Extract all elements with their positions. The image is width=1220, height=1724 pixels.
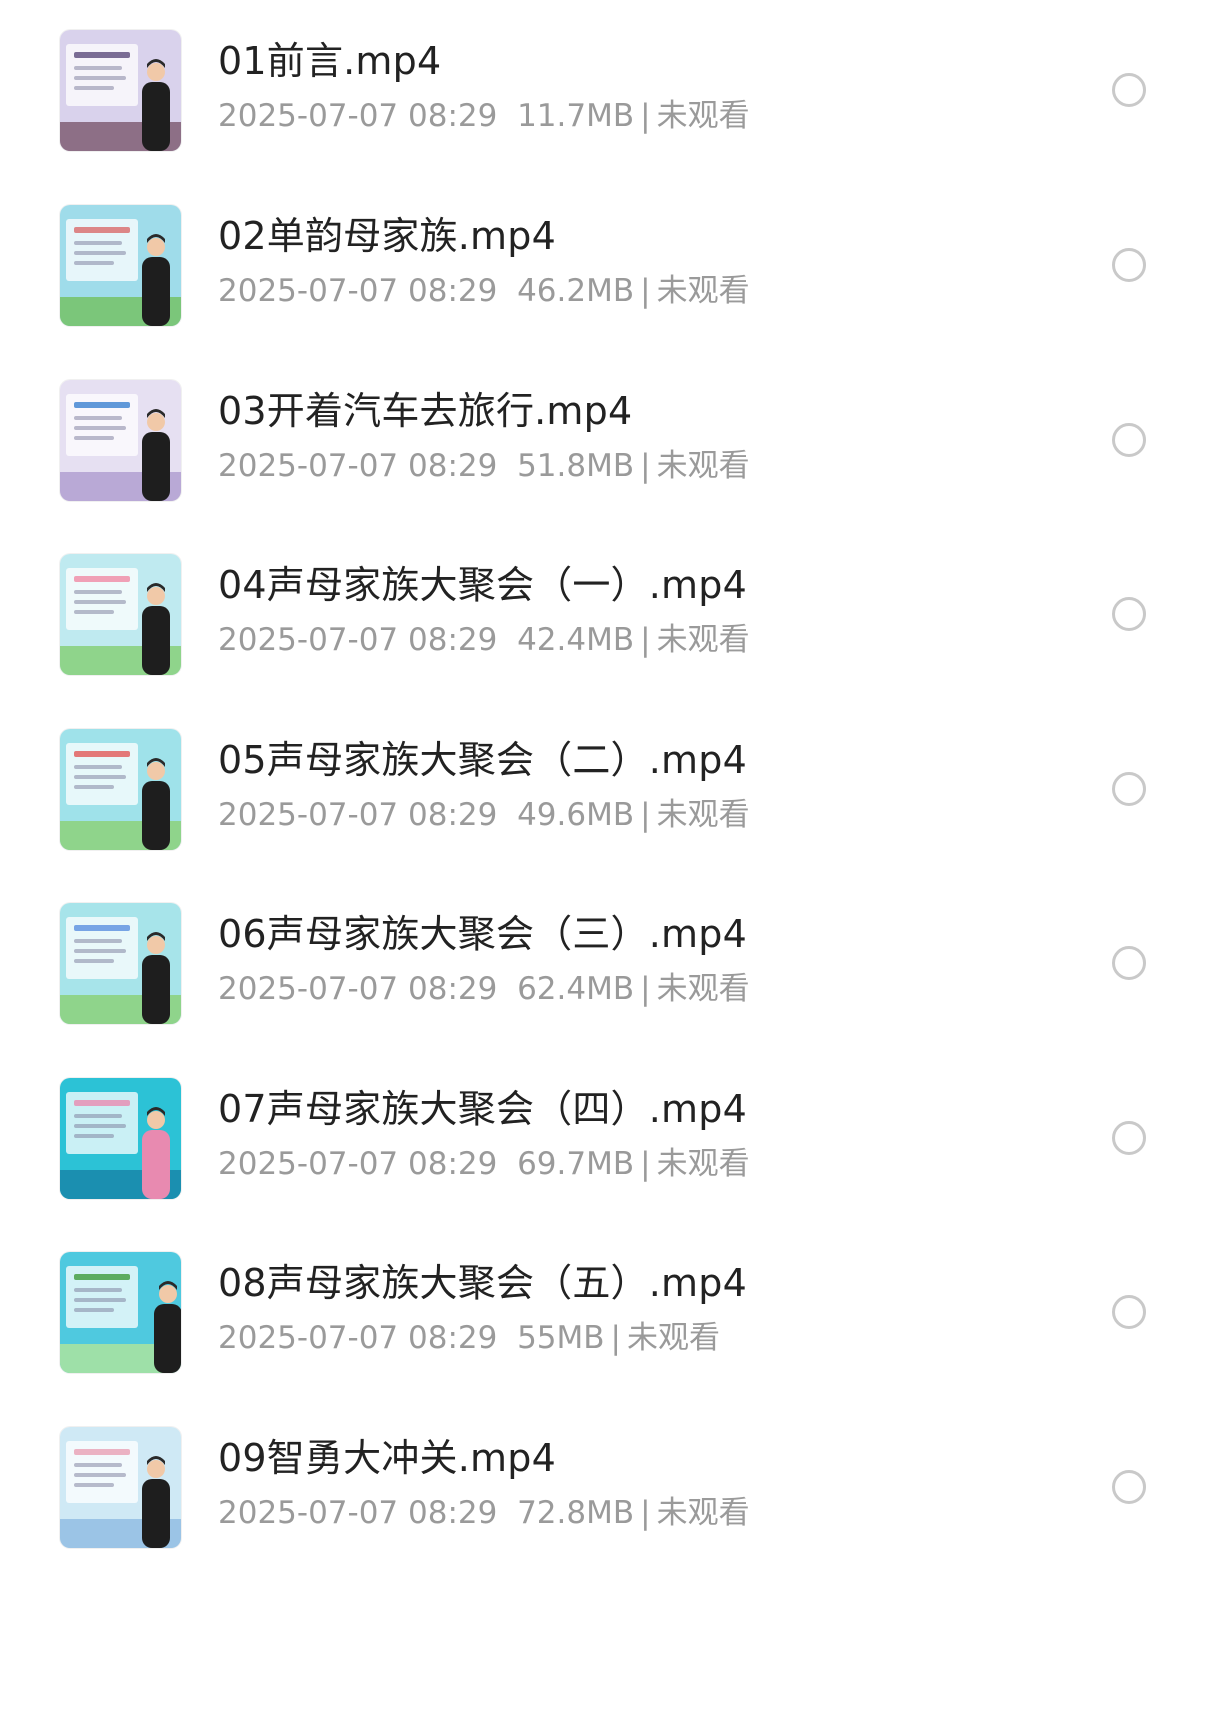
radio-unchecked-icon[interactable] bbox=[1112, 1121, 1146, 1155]
file-size: 69.7MB bbox=[517, 1146, 635, 1182]
file-list-item[interactable]: 08声母家族大聚会（五）.mp4 2025-07-07 08:29 55MB | 未观… bbox=[0, 1252, 1220, 1444]
video-thumbnail bbox=[60, 205, 181, 326]
radio-unchecked-icon[interactable] bbox=[1112, 423, 1146, 457]
file-date: 2025-07-07 08:29 bbox=[218, 448, 498, 484]
meta-separator: | bbox=[640, 971, 651, 1007]
file-size: 49.6MB bbox=[517, 797, 635, 833]
file-meta: 2025-07-07 08:29 55MB | 未观看 bbox=[218, 1318, 720, 1358]
file-name: 02单韵母家族.mp4 bbox=[218, 214, 556, 258]
file-size: 72.8MB bbox=[517, 1495, 635, 1531]
video-thumbnail bbox=[60, 380, 181, 501]
video-thumbnail bbox=[60, 1252, 181, 1373]
radio-unchecked-icon[interactable] bbox=[1112, 73, 1146, 107]
watch-status: 未观看 bbox=[656, 1146, 750, 1182]
radio-unchecked-icon[interactable] bbox=[1112, 772, 1146, 806]
file-list-item[interactable]: 01前言.mp4 2025-07-07 08:29 11.7MB | 未观看 bbox=[0, 30, 1220, 222]
file-list-item[interactable]: 05声母家族大聚会（二）.mp4 2025-07-07 08:29 49.6MB |… bbox=[0, 729, 1220, 921]
video-thumbnail bbox=[60, 1078, 181, 1199]
file-meta: 2025-07-07 08:29 62.4MB | 未观看 bbox=[218, 969, 750, 1009]
file-name: 06声母家族大聚会（三）.mp4 bbox=[218, 912, 747, 956]
file-meta: 2025-07-07 08:29 11.7MB | 未观看 bbox=[218, 96, 750, 136]
file-size: 62.4MB bbox=[517, 971, 635, 1007]
file-list-item[interactable]: 04声母家族大聚会（一）.mp4 2025-07-07 08:29 42.4MB |… bbox=[0, 554, 1220, 746]
file-name: 05声母家族大聚会（二）.mp4 bbox=[218, 738, 747, 782]
file-date: 2025-07-07 08:29 bbox=[218, 98, 498, 134]
file-name: 04声母家族大聚会（一）.mp4 bbox=[218, 563, 747, 607]
file-meta: 2025-07-07 08:29 42.4MB | 未观看 bbox=[218, 620, 750, 660]
file-size: 55MB bbox=[517, 1320, 605, 1356]
file-meta: 2025-07-07 08:29 46.2MB | 未观看 bbox=[218, 271, 750, 311]
file-date: 2025-07-07 08:29 bbox=[218, 622, 498, 658]
file-list-item[interactable]: 02单韵母家族.mp4 2025-07-07 08:29 46.2MB | 未观看 bbox=[0, 205, 1220, 397]
radio-unchecked-icon[interactable] bbox=[1112, 248, 1146, 282]
file-list-item[interactable]: 03开着汽车去旅行.mp4 2025-07-07 08:29 51.8MB | 未观看 bbox=[0, 380, 1220, 572]
radio-unchecked-icon[interactable] bbox=[1112, 1295, 1146, 1329]
file-date: 2025-07-07 08:29 bbox=[218, 1320, 498, 1356]
file-name: 01前言.mp4 bbox=[218, 39, 442, 83]
file-size: 42.4MB bbox=[517, 622, 635, 658]
file-date: 2025-07-07 08:29 bbox=[218, 797, 498, 833]
file-date: 2025-07-07 08:29 bbox=[218, 971, 498, 1007]
radio-unchecked-icon[interactable] bbox=[1112, 946, 1146, 980]
watch-status: 未观看 bbox=[656, 622, 750, 658]
meta-separator: | bbox=[610, 1320, 621, 1356]
file-list-item[interactable]: 06声母家族大聚会（三）.mp4 2025-07-07 08:29 62.4MB |… bbox=[0, 903, 1220, 1095]
video-thumbnail bbox=[60, 729, 181, 850]
watch-status: 未观看 bbox=[656, 448, 750, 484]
file-meta: 2025-07-07 08:29 49.6MB | 未观看 bbox=[218, 795, 750, 835]
file-meta: 2025-07-07 08:29 69.7MB | 未观看 bbox=[218, 1144, 750, 1184]
meta-separator: | bbox=[640, 797, 651, 833]
file-list-item[interactable]: 07声母家族大聚会（四）.mp4 2025-07-07 08:29 69.7MB |… bbox=[0, 1078, 1220, 1270]
video-thumbnail bbox=[60, 903, 181, 1024]
meta-separator: | bbox=[640, 622, 651, 658]
meta-separator: | bbox=[640, 1146, 651, 1182]
file-name: 08声母家族大聚会（五）.mp4 bbox=[218, 1261, 747, 1305]
watch-status: 未观看 bbox=[656, 971, 750, 1007]
file-size: 51.8MB bbox=[517, 448, 635, 484]
video-file-list: 01前言.mp4 2025-07-07 08:29 11.7MB | 未观看 02单韵母… bbox=[0, 0, 1220, 1724]
file-name: 07声母家族大聚会（四）.mp4 bbox=[218, 1087, 747, 1131]
meta-separator: | bbox=[640, 98, 651, 134]
meta-separator: | bbox=[640, 1495, 651, 1531]
watch-status: 未观看 bbox=[656, 98, 750, 134]
watch-status: 未观看 bbox=[627, 1320, 720, 1356]
meta-separator: | bbox=[640, 273, 651, 309]
file-meta: 2025-07-07 08:29 51.8MB | 未观看 bbox=[218, 446, 750, 486]
video-thumbnail bbox=[60, 554, 181, 675]
video-thumbnail bbox=[60, 30, 181, 151]
file-size: 46.2MB bbox=[517, 273, 635, 309]
file-date: 2025-07-07 08:29 bbox=[218, 273, 498, 309]
file-size: 11.7MB bbox=[517, 98, 635, 134]
meta-separator: | bbox=[640, 448, 651, 484]
file-name: 03开着汽车去旅行.mp4 bbox=[218, 389, 633, 433]
watch-status: 未观看 bbox=[656, 1495, 750, 1531]
file-date: 2025-07-07 08:29 bbox=[218, 1495, 498, 1531]
video-thumbnail bbox=[60, 1427, 181, 1548]
file-date: 2025-07-07 08:29 bbox=[218, 1146, 498, 1182]
radio-unchecked-icon[interactable] bbox=[1112, 597, 1146, 631]
radio-unchecked-icon[interactable] bbox=[1112, 1470, 1146, 1504]
file-meta: 2025-07-07 08:29 72.8MB | 未观看 bbox=[218, 1493, 750, 1533]
watch-status: 未观看 bbox=[656, 273, 750, 309]
file-name: 09智勇大冲关.mp4 bbox=[218, 1436, 556, 1480]
file-list-item[interactable]: 09智勇大冲关.mp4 2025-07-07 08:29 72.8MB | 未观看 bbox=[0, 1427, 1220, 1619]
watch-status: 未观看 bbox=[656, 797, 750, 833]
